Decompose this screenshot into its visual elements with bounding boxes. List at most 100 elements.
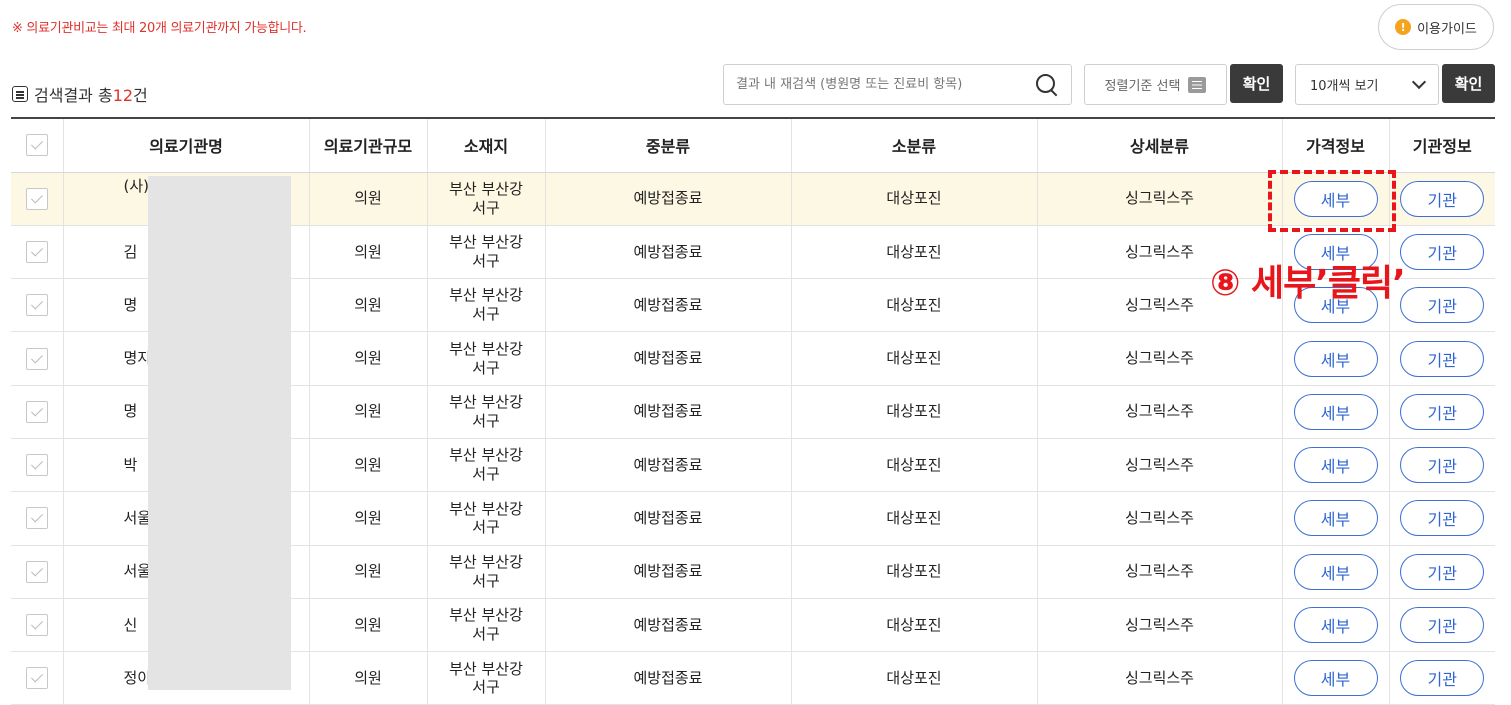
- small-category: 대상포진: [790, 331, 1037, 386]
- sort-confirm-button[interactable]: 확인: [1230, 64, 1283, 103]
- org-info-button[interactable]: 기관: [1400, 660, 1485, 697]
- detail-category: 싱그릭스주: [1036, 491, 1282, 546]
- small-category: 대상포진: [790, 172, 1037, 226]
- org-info-button[interactable]: 기관: [1400, 233, 1485, 270]
- page-size-label: 10개씩 보기: [1310, 79, 1379, 94]
- row-checkbox[interactable]: [25, 240, 48, 263]
- search-box: [723, 64, 1072, 105]
- location-line: 부산 부산강: [449, 339, 523, 358]
- price-detail-button[interactable]: 세부: [1293, 553, 1378, 590]
- col-header: 소재지: [426, 117, 545, 173]
- price-detail-button[interactable]: 세부: [1293, 447, 1378, 484]
- col-header: 의료기관규모: [308, 117, 427, 173]
- row-select-cell: [11, 491, 63, 546]
- detail-category: 싱그릭스주: [1036, 598, 1282, 653]
- list-icon: [1188, 76, 1207, 93]
- org-info-button[interactable]: 기관: [1400, 340, 1485, 377]
- institution-size: 의원: [308, 651, 427, 705]
- institution-size: 의원: [308, 491, 427, 546]
- chevron-down-icon: [1411, 74, 1427, 90]
- location-cell: 부산 부산강 서구: [426, 385, 545, 439]
- search-input[interactable]: [736, 77, 1035, 92]
- col-header: 소분류: [790, 117, 1037, 173]
- col-header: 가격정보: [1281, 117, 1389, 173]
- org-info-button[interactable]: 기관: [1400, 500, 1485, 537]
- document-icon: [12, 86, 28, 102]
- usage-guide-button[interactable]: ! 이용가이드: [1378, 4, 1494, 50]
- detail-category: 싱그릭스주: [1036, 651, 1282, 705]
- row-checkbox[interactable]: [25, 454, 48, 477]
- org-info-cell: 기관: [1388, 491, 1495, 546]
- row-checkbox[interactable]: [25, 667, 48, 690]
- org-info-cell: 기관: [1388, 545, 1495, 599]
- org-info-button[interactable]: 기관: [1400, 607, 1485, 644]
- org-info-button[interactable]: 기관: [1400, 393, 1485, 430]
- row-checkbox[interactable]: [25, 294, 48, 317]
- institution-size: 의원: [308, 278, 427, 333]
- info-icon: !: [1395, 19, 1412, 35]
- mid-category: 예방접종료: [544, 385, 791, 439]
- org-info-cell: 기관: [1388, 331, 1495, 386]
- row-select-cell: [11, 598, 63, 653]
- row-checkbox[interactable]: [25, 187, 48, 210]
- page-size-confirm-button[interactable]: 확인: [1442, 64, 1495, 103]
- location-line: 부산 부산강: [449, 393, 523, 412]
- detail-category: 싱그릭스주: [1036, 331, 1282, 386]
- row-select-cell: [11, 331, 63, 386]
- small-category: 대상포진: [790, 225, 1037, 280]
- row-checkbox[interactable]: [25, 400, 48, 423]
- small-category: 대상포진: [790, 491, 1037, 546]
- row-select-cell: [11, 651, 63, 705]
- search-icon[interactable]: [1035, 73, 1059, 97]
- small-category: 대상포진: [790, 438, 1037, 493]
- location-line: 서구: [472, 251, 500, 270]
- mid-category: 예방접종료: [544, 331, 791, 386]
- price-info-cell: 세부: [1281, 651, 1389, 705]
- row-select-cell: [11, 278, 63, 333]
- institution-size: 의원: [308, 385, 427, 439]
- institution-size: 의원: [308, 172, 427, 226]
- result-number: 12: [112, 86, 134, 105]
- org-info-button[interactable]: 기관: [1400, 287, 1485, 324]
- institution-size: 의원: [308, 225, 427, 280]
- row-checkbox[interactable]: [25, 560, 48, 583]
- org-info-cell: 기관: [1388, 598, 1495, 653]
- redaction-block: [148, 176, 291, 690]
- small-category: 대상포진: [790, 545, 1037, 599]
- sort-select-label: 정렬기준 선택: [1104, 79, 1181, 94]
- mid-category: 예방접종료: [544, 651, 791, 705]
- price-detail-button[interactable]: 세부: [1293, 607, 1378, 644]
- location-line: 서구: [472, 411, 500, 430]
- location-line: 서구: [472, 198, 500, 217]
- location-line: 부산 부산강: [449, 606, 523, 625]
- row-checkbox[interactable]: [25, 347, 48, 370]
- mid-category: 예방접종료: [544, 598, 791, 653]
- price-info-cell: 세부: [1281, 331, 1389, 386]
- detail-category: 싱그릭스주: [1036, 545, 1282, 599]
- location-line: 서구: [472, 518, 500, 537]
- price-detail-button[interactable]: 세부: [1293, 340, 1378, 377]
- mid-category: 예방접종료: [544, 491, 791, 546]
- price-info-cell: 세부: [1281, 491, 1389, 546]
- price-detail-button[interactable]: 세부: [1293, 660, 1378, 697]
- institution-size: 의원: [308, 438, 427, 493]
- org-info-button[interactable]: 기관: [1400, 447, 1485, 484]
- annotation-highlight-box: [1268, 170, 1396, 232]
- price-detail-button[interactable]: 세부: [1293, 393, 1378, 430]
- select-all-checkbox[interactable]: [25, 134, 48, 157]
- page-size-select[interactable]: 10개씩 보기: [1295, 64, 1439, 105]
- sort-select[interactable]: 정렬기준 선택: [1084, 64, 1227, 105]
- col-header: 중분류: [544, 117, 791, 173]
- mid-category: 예방접종료: [544, 438, 791, 493]
- row-checkbox[interactable]: [25, 614, 48, 637]
- org-info-button[interactable]: 기관: [1400, 180, 1485, 217]
- price-info-cell: 세부: [1281, 385, 1389, 439]
- location-line: 서구: [472, 678, 500, 697]
- price-detail-button[interactable]: 세부: [1293, 500, 1378, 537]
- row-checkbox[interactable]: [25, 507, 48, 530]
- location-line: 서구: [472, 625, 500, 644]
- org-info-cell: 기관: [1388, 225, 1495, 280]
- result-suffix: 건: [133, 86, 148, 105]
- row-select-cell: [11, 172, 63, 226]
- org-info-button[interactable]: 기관: [1400, 553, 1485, 590]
